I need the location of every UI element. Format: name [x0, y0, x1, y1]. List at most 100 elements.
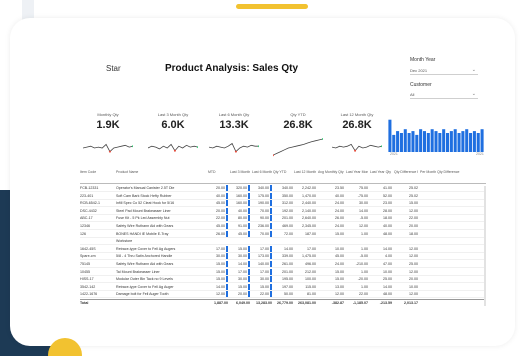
column-header[interactable]: Last Year Qty Per Month	[370, 170, 392, 174]
table-cell: 75.00	[359, 186, 368, 190]
table-row[interactable]: Spare-cm 5/8 - 4 Thru Satin Anchored Hand…	[80, 253, 486, 261]
table-row[interactable]: 10455 Tal Mount Brakeasser Liner 15.00 17.0…	[80, 268, 486, 276]
column-header[interactable]: Product Name	[116, 170, 206, 174]
kpi-sparkline	[273, 138, 323, 157]
sparkline-end-point	[381, 145, 382, 148]
table-cell: 40.00	[238, 208, 247, 213]
column-header[interactable]: MTD	[208, 170, 228, 174]
bar	[449, 131, 453, 152]
table-row[interactable]: ABC-17 Fuse Kit - 5 Pk Led Assembly Nut 22…	[80, 215, 486, 223]
table-cell: 195.00	[282, 277, 293, 282]
table-cell: 25.00	[409, 262, 418, 266]
table-row[interactable]: DSC-4432 Steel Pad Mount Brakeasser Liner…	[80, 207, 486, 215]
column-header[interactable]: Qty YTD	[273, 170, 293, 174]
table-cell: 48.00	[383, 231, 392, 236]
table-cell: 17.00	[260, 246, 269, 251]
table-cell: 2,345.00	[302, 224, 316, 228]
data-bar	[248, 245, 250, 252]
table-cell: 3542-142	[80, 284, 96, 289]
table-cell: 12346	[80, 224, 90, 228]
column-header[interactable]: Last 6 Months	[252, 170, 272, 174]
table-cell: 14.00	[238, 262, 247, 266]
column-header[interactable]: Item Code	[80, 170, 114, 174]
data-bar	[226, 253, 228, 260]
total-cell: -213.59	[379, 301, 392, 305]
data-bar	[270, 185, 272, 191]
table-row[interactable]: 223-401 Soft Cam Bark Stock Hefty Rubber 4…	[80, 192, 486, 200]
column-header[interactable]: Qty Difference Per Month	[394, 170, 418, 174]
table-cell: 24.00	[335, 208, 344, 213]
table-row[interactable]: 75145 Safety Wire Ruthann Aid with Gears 1…	[80, 261, 486, 268]
data-bar	[270, 200, 272, 207]
data-bar	[248, 261, 250, 267]
table-row[interactable]: RCB-6542-1 Infill Spec Co 52 Cleat Hook f…	[80, 200, 486, 208]
total-cell: 263,081.00	[298, 301, 316, 305]
bar	[403, 129, 407, 152]
table-cell: 1.00	[361, 231, 368, 236]
kpi-value: 1.9K	[96, 119, 120, 131]
total-cell: 2,013.17	[404, 301, 418, 305]
bar	[480, 129, 484, 152]
table-cell: 1.00	[361, 284, 368, 289]
table-row[interactable]: Workstore	[80, 238, 486, 246]
bar	[426, 133, 430, 152]
table-cell: HISS-17	[80, 277, 94, 282]
kpi-label: Monthly Qty	[97, 112, 119, 117]
table-row[interactable]: 12346 Safety Wire Ruthann Aid with Gears 4…	[80, 223, 486, 230]
table-cell: Steel Pad Mount Brakeasser Liner	[116, 208, 171, 213]
kpi-card: Last 6 Month Qty 13.3K	[206, 112, 262, 131]
kpi-label: Qty YTD	[290, 112, 306, 117]
data-bar	[248, 268, 250, 275]
table-cell: 15.00	[335, 231, 344, 236]
table-scrollbar[interactable]	[484, 186, 486, 306]
table-row[interactable]: 126 BONES HANDI IE Mobile E-Tray 26.00 45.0…	[80, 230, 486, 238]
table-cell: 201.00	[282, 269, 293, 274]
table-cell: 12.00	[359, 224, 368, 228]
monthly-qty-bar-chart	[388, 119, 484, 152]
customer-value: All	[410, 92, 415, 97]
bar	[415, 134, 419, 152]
data-bar	[226, 223, 228, 229]
table-cell: DSC-4432	[80, 208, 97, 213]
data-bar	[226, 291, 228, 298]
table-cell: 25.02	[409, 186, 418, 190]
table-cell: 201.00	[282, 216, 293, 221]
table-cell: 40.00	[335, 193, 344, 198]
table-cell: -75.00	[357, 193, 368, 198]
column-header[interactable]: Last 3 Months	[230, 170, 250, 174]
table-cell: 320.00	[236, 186, 247, 190]
bar	[446, 133, 450, 152]
table-row[interactable]: FCB-12331 Operator's Manual Canister 2.5T…	[80, 185, 486, 192]
table-cell: 15.00	[238, 246, 247, 251]
column-header[interactable]: Avg Monthly Qty	[318, 170, 344, 174]
kpi-value: 6.0K	[161, 119, 185, 131]
table-cell: 14.00	[284, 246, 293, 251]
table-row[interactable]: 3542-142 Retrace-type Cover to Fell Ag Au…	[80, 283, 486, 291]
column-header[interactable]: Per Month Qty Difference %	[420, 170, 460, 174]
kpi-sparkline	[148, 143, 198, 152]
table-cell: 15.00	[238, 284, 247, 289]
table-cell: 1.00	[361, 246, 368, 251]
table-cell: 15.00	[335, 277, 344, 282]
table-cell: 15.00	[216, 269, 225, 274]
data-bar	[226, 268, 228, 275]
table-cell: 81.00	[307, 292, 316, 297]
table-cell: 20.00	[409, 277, 418, 282]
column-header[interactable]: Last 12 Months	[294, 170, 316, 174]
customer-dropdown[interactable]: All ⌄	[410, 91, 478, 99]
table-cell: 12.00	[409, 269, 418, 274]
table-cell: 339.00	[282, 254, 293, 259]
data-bar	[226, 185, 228, 191]
column-header[interactable]: Last Year Monthly Qty	[346, 170, 368, 174]
table-cell: -20.00	[357, 277, 368, 282]
table-cell: 173.00	[258, 254, 269, 259]
table-cell: Soft Cam Bark Stock Hefty Rubber	[116, 193, 172, 198]
month-year-dropdown[interactable]: Dec 2021 ⌄	[410, 67, 478, 75]
table-row[interactable]: 1642-45S Retrace-type Cover to Fell Ag Au…	[80, 245, 486, 253]
table-cell: 22.00	[216, 216, 225, 221]
table-row[interactable]: HISS-17 Modular Outer Bin Tack no 9 Level…	[80, 276, 486, 284]
sparkline-min-point	[354, 149, 357, 152]
table-cell: 22.00	[260, 292, 269, 297]
product-table: Item Code Product Name MTD Last 3 Months Las…	[80, 166, 486, 318]
table-row[interactable]: 1422-1676 Damage bolt for Fell Auger Toot…	[80, 291, 486, 299]
